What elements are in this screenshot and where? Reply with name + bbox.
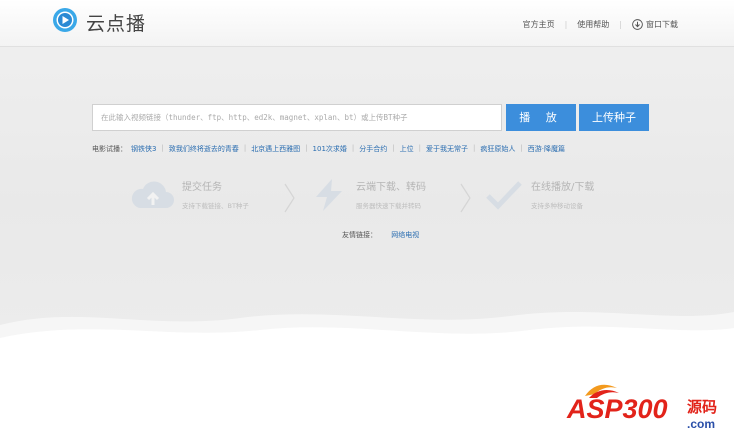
nav-divider: | [564, 20, 568, 29]
link-divider: | [418, 144, 421, 152]
step-subtitle: 支持多种移动设备 [531, 202, 583, 210]
friend-link[interactable]: 网络电视 [391, 231, 419, 239]
step-title: 云端下载、转码 [356, 182, 426, 193]
step-online-play: 在线播放/下载 支持多种移动设备 [483, 178, 594, 212]
svg-text:源码: 源码 [687, 398, 717, 416]
link-divider: | [161, 144, 164, 152]
top-nav: 官方主页 | 使用帮助 | 窗口下载 [523, 19, 678, 30]
search-input[interactable] [92, 104, 502, 131]
cloud-upload-icon [131, 181, 174, 208]
download-icon [632, 19, 643, 30]
step-subtitle: 服务器快速下载并转码 [356, 202, 421, 210]
svg-text:.com: .com [687, 417, 715, 431]
logo[interactable]: 云点播 [52, 7, 146, 37]
nav-official-home[interactable]: 官方主页 [523, 19, 555, 30]
step-arrow-icon [460, 183, 471, 213]
friend-links: 友情链接： 网络电视 [342, 230, 419, 240]
link-divider: | [305, 144, 308, 152]
upload-seed-button[interactable]: 上传种子 [579, 104, 649, 131]
step-submit-task: 提交任务 支持下载链接、BT种子 [128, 178, 249, 212]
friend-links-label: 友情链接： [342, 231, 377, 239]
step-cloud-transcode: 云端下载、转码 服务器快速下载并转码 [308, 178, 426, 212]
link-divider: | [392, 144, 395, 152]
link-divider: | [351, 144, 355, 152]
wave-divider [0, 312, 734, 360]
play-logo-icon [52, 7, 78, 37]
movie-link[interactable]: 北京遇上西雅图 [251, 144, 300, 154]
asp300-watermark-logo: ASP300 源码 .com [566, 384, 717, 431]
process-steps: 提交任务 支持下载链接、BT种子 云端下载、转码 服务器快速下载并转码 在线播放… [128, 178, 628, 218]
page-background [0, 0, 734, 340]
movie-link[interactable]: 西游·降魔篇 [528, 144, 565, 154]
link-divider: | [520, 144, 523, 152]
lightning-icon [316, 179, 342, 211]
movie-link[interactable]: 分手合约 [359, 144, 387, 154]
link-divider: | [243, 144, 247, 152]
movie-trial-label: 电影试播： [92, 145, 127, 153]
play-button[interactable]: 播 放 [506, 104, 576, 131]
svg-text:ASP300: ASP300 [566, 394, 668, 424]
step-title: 在线播放/下载 [531, 182, 595, 193]
app-name: 云点播 [86, 12, 147, 35]
nav-help[interactable]: 使用帮助 [577, 19, 609, 30]
step-subtitle: 支持下载链接、BT种子 [182, 202, 249, 210]
download-label: 窗口下载 [646, 20, 678, 29]
movie-link[interactable]: 101次求婚 [313, 144, 347, 154]
link-divider: | [473, 144, 476, 152]
movie-link[interactable]: 疯狂原始人 [480, 144, 515, 154]
step-title: 提交任务 [182, 182, 222, 193]
nav-download[interactable]: 窗口下载 [632, 19, 678, 30]
movie-link[interactable]: 爱于我无常子 [426, 144, 468, 154]
step-arrow-icon [284, 183, 295, 213]
nav-divider: | [619, 20, 622, 29]
top-header: 云点播 官方主页 | 使用帮助 | 窗口下载 [0, 0, 734, 47]
checkmark-icon [486, 181, 522, 210]
movie-link[interactable]: 致我们终将逝去的青春 [169, 144, 239, 154]
movie-link[interactable]: 上位 [400, 144, 414, 154]
movie-link[interactable]: 钢铁侠3 [131, 144, 156, 154]
movie-trial-links: 电影试播： 钢铁侠3 | 致我们终将逝去的青春 | 北京遇上西雅图 | 101次… [92, 144, 565, 154]
